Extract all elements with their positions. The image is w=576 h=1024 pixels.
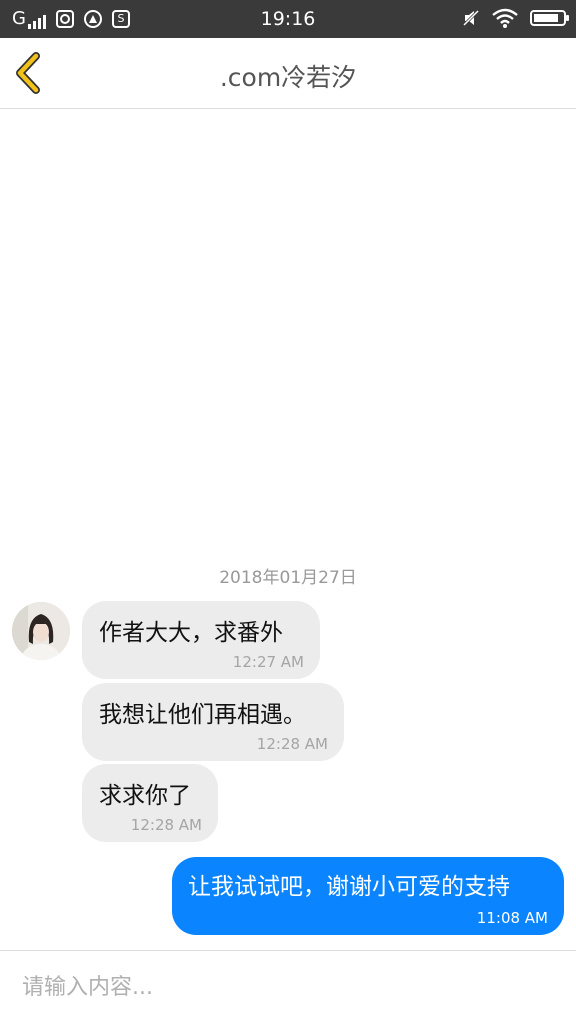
message-text: 作者大大，求番外 — [99, 620, 283, 646]
mute-icon — [462, 9, 480, 27]
message-time: 12:27 AM — [232, 653, 304, 671]
battery-icon — [530, 10, 569, 26]
message-time: 12:28 AM — [256, 735, 328, 753]
header: .com冷若汐 — [0, 38, 576, 109]
page-title: .com冷若汐 — [219, 63, 357, 92]
message-bubble-outgoing[interactable]: 让我试试吧，谢谢小可爱的支持 11:08 AM — [172, 857, 564, 935]
chat-screen: G S 19:16 .com冷若汐 2018年01月27日 作者大大，求番外 1… — [0, 0, 576, 1024]
message-time: 12:28 AM — [130, 816, 202, 834]
message-bubble-incoming[interactable]: 作者大大，求番外 12:27 AM — [82, 601, 320, 679]
battery-level — [534, 14, 558, 22]
message-bubble-incoming[interactable]: 求求你了 12:28 AM — [82, 764, 218, 842]
message-text: 让我试试吧，谢谢小可爱的支持 — [188, 874, 510, 900]
avatar-image — [12, 602, 70, 660]
message-text: 我想让他们再相遇。 — [99, 702, 306, 728]
composer-bar — [0, 950, 576, 1024]
message-time: 11:08 AM — [476, 909, 548, 927]
status-right — [462, 8, 569, 28]
avatar[interactable] — [12, 602, 70, 660]
date-separator: 2018年01月27日 — [219, 568, 357, 588]
wifi-icon — [492, 8, 518, 28]
status-bar: G S 19:16 — [0, 0, 576, 38]
message-text: 求求你了 — [99, 783, 191, 809]
message-bubble-incoming[interactable]: 我想让他们再相遇。 12:28 AM — [82, 683, 344, 761]
message-input[interactable] — [22, 965, 552, 1009]
